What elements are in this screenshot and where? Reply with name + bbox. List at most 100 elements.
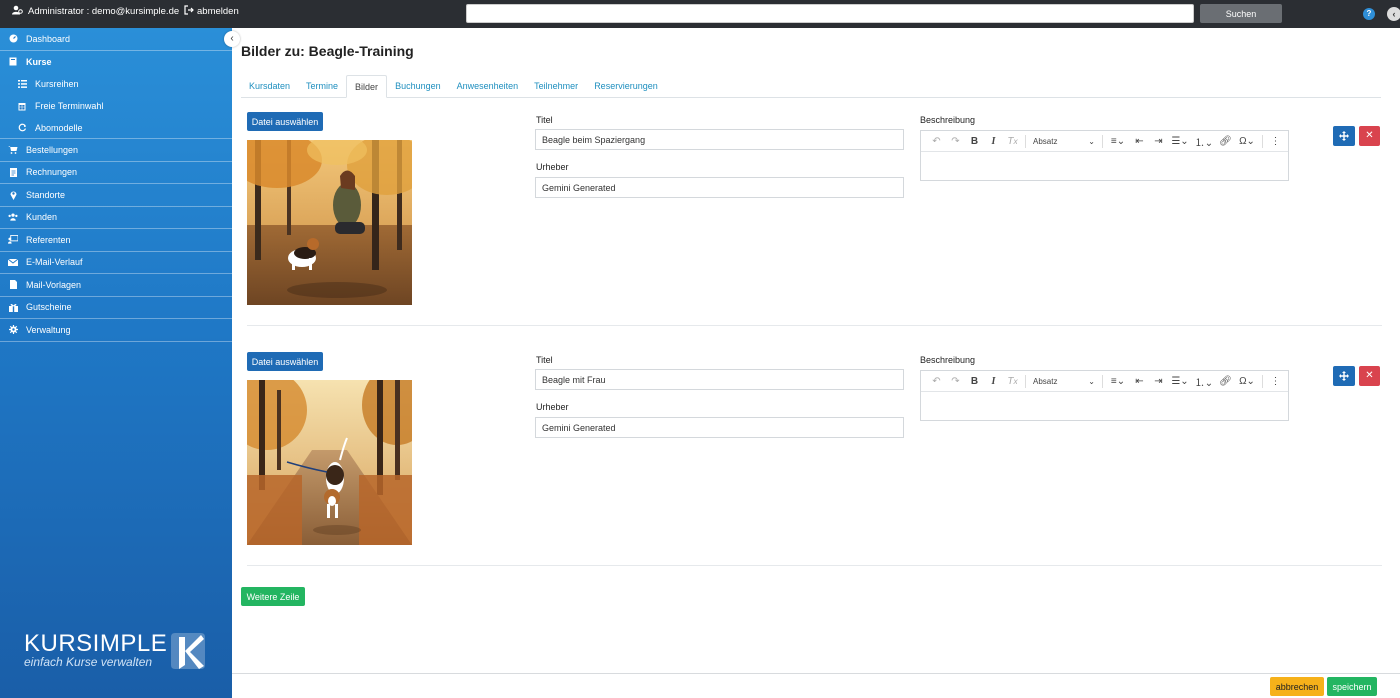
redo-icon[interactable]: ↷	[946, 136, 965, 147]
undo-icon[interactable]: ↶	[927, 136, 946, 147]
bold-icon[interactable]: B	[965, 376, 984, 387]
save-button[interactable]: speichern	[1327, 677, 1377, 696]
search-button[interactable]: Suchen	[1200, 4, 1282, 23]
undo-icon[interactable]: ↶	[927, 376, 946, 387]
format-select[interactable]: Absatz ⌄	[1029, 377, 1099, 386]
sidebar-item-standorte[interactable]: Standorte	[0, 184, 232, 207]
user-label: Administrator : demo@kursimple.de	[28, 6, 180, 17]
sidebar-item-gutscheine[interactable]: Gutscheine	[0, 297, 232, 319]
tab-bilder[interactable]: Bilder	[346, 75, 388, 98]
special-char-icon[interactable]: Ω⌄	[1235, 376, 1259, 387]
rich-text-editor[interactable]: ↶ ↷ B I Tx Absatz ⌄ ≡⌄ ⇤ ⇥ ☰⌄ ⒈⌄ 🔗︎ Ω⌄ ⋮	[920, 130, 1289, 181]
question-circle-icon[interactable]: ?	[1363, 8, 1375, 20]
bullet-list-icon[interactable]: ☰⌄	[1168, 376, 1192, 387]
sidebar-item-kursreihen[interactable]: Kursreihen	[0, 73, 232, 95]
titel-input[interactable]	[535, 369, 904, 390]
sidebar-item-bestellungen[interactable]: Bestellungen	[0, 139, 232, 162]
sidebar-item-rechnungen[interactable]: Rechnungen	[0, 162, 232, 184]
editor-toolbar: ↶ ↷ B I Tx Absatz ⌄ ≡⌄ ⇤ ⇥ ☰⌄ ⒈⌄ 🔗︎ Ω⌄ ⋮	[921, 371, 1288, 392]
map-marker-icon	[8, 190, 18, 200]
tab-teilnehmer[interactable]: Teilnehmer	[526, 75, 586, 98]
cart-icon	[8, 145, 18, 155]
move-row-button[interactable]	[1333, 126, 1355, 146]
toolbar-divider	[1262, 374, 1263, 388]
bold-icon[interactable]: B	[965, 136, 984, 147]
envelope-icon	[8, 257, 18, 267]
bullet-list-icon[interactable]: ☰⌄	[1168, 136, 1192, 147]
sidebar-item-kunden[interactable]: Kunden	[0, 207, 232, 229]
numbered-list-icon[interactable]: ⒈⌄	[1192, 374, 1216, 389]
format-select[interactable]: Absatz ⌄	[1029, 137, 1099, 146]
choose-file-button[interactable]: Datei auswählen	[247, 352, 323, 371]
beschreibung-label: Beschreibung	[920, 115, 976, 125]
tab-anwesenheiten[interactable]: Anwesenheiten	[449, 75, 527, 98]
sidebar-item-dashboard[interactable]: Dashboard	[0, 28, 232, 51]
more-icon[interactable]: ⋮	[1266, 376, 1285, 387]
more-icon[interactable]: ⋮	[1266, 136, 1285, 147]
outdent-icon[interactable]: ⇤	[1130, 376, 1149, 387]
teacher-icon	[8, 235, 18, 245]
outdent-icon[interactable]: ⇤	[1130, 136, 1149, 147]
tab-kursdaten[interactable]: Kursdaten	[241, 75, 298, 98]
sidebar-collapse-button[interactable]: ‹	[224, 31, 240, 47]
sidebar-item-abomodelle[interactable]: Abomodelle	[0, 117, 232, 139]
titel-label: Titel	[536, 355, 553, 365]
tab-reservierungen[interactable]: Reservierungen	[586, 75, 666, 98]
redo-icon[interactable]: ↷	[946, 376, 965, 387]
dashboard-icon	[8, 34, 18, 44]
cancel-button[interactable]: abbrechen	[1270, 677, 1324, 696]
link-icon[interactable]: 🔗︎	[1216, 376, 1235, 387]
arrows-move-icon	[1339, 371, 1349, 381]
italic-icon[interactable]: I	[984, 376, 1003, 387]
delete-row-button[interactable]: ✕	[1359, 366, 1380, 386]
choose-file-button[interactable]: Datei auswählen	[247, 112, 323, 131]
sidebar-item-referenten[interactable]: Referenten	[0, 229, 232, 252]
align-icon[interactable]: ≡⌄	[1106, 136, 1130, 147]
refresh-icon	[17, 123, 27, 133]
logout-link[interactable]: abmelden	[184, 5, 239, 18]
italic-icon[interactable]: I	[984, 136, 1003, 147]
invoice-icon	[8, 167, 18, 177]
move-row-button[interactable]	[1333, 366, 1355, 386]
clear-format-icon[interactable]: Tx	[1003, 376, 1022, 387]
rich-text-editor[interactable]: ↶ ↷ B I Tx Absatz ⌄ ≡⌄ ⇤ ⇥ ☰⌄ ⒈⌄ 🔗︎ Ω⌄ ⋮	[920, 370, 1289, 421]
sidebar-item-e-mail-verlauf[interactable]: E-Mail-Verlauf	[0, 252, 232, 274]
book-icon	[8, 57, 18, 67]
list-icon	[17, 79, 27, 89]
sidebar-item-kurse[interactable]: Kurse	[0, 51, 232, 74]
link-icon[interactable]: 🔗︎	[1216, 136, 1235, 147]
titel-input[interactable]	[535, 129, 904, 150]
sidebar-item-verwaltung[interactable]: Verwaltung	[0, 319, 232, 342]
indent-icon[interactable]: ⇥	[1149, 376, 1168, 387]
urheber-input[interactable]	[535, 177, 904, 198]
urheber-label: Urheber	[536, 162, 569, 172]
logout-icon	[184, 5, 194, 18]
close-icon: ✕	[1365, 130, 1374, 141]
chevron-down-icon: ⌄	[1088, 136, 1095, 146]
toolbar-divider	[1102, 134, 1103, 148]
chevron-left-icon[interactable]: ‹	[1387, 7, 1400, 21]
numbered-list-icon[interactable]: ⒈⌄	[1192, 134, 1216, 149]
delete-row-button[interactable]: ✕	[1359, 126, 1380, 146]
gift-icon	[8, 302, 18, 312]
search-input[interactable]	[466, 4, 1194, 23]
image-row: Datei auswählen	[247, 112, 1387, 312]
sidebar-item-mail-vorlagen[interactable]: Mail-Vorlagen	[0, 274, 232, 297]
row-divider	[247, 325, 1382, 326]
urheber-input[interactable]	[535, 417, 904, 438]
indent-icon[interactable]: ⇥	[1149, 136, 1168, 147]
logo: KURSIMPLE einfach Kurse verwalten	[24, 632, 167, 669]
toolbar-divider	[1025, 134, 1026, 148]
editor-toolbar: ↶ ↷ B I Tx Absatz ⌄ ≡⌄ ⇤ ⇥ ☰⌄ ⒈⌄ 🔗︎ Ω⌄ ⋮	[921, 131, 1288, 152]
logout-label: abmelden	[197, 6, 239, 17]
sidebar-item-freie-terminwahl[interactable]: Freie Terminwahl	[0, 95, 232, 117]
align-icon[interactable]: ≡⌄	[1106, 376, 1130, 387]
special-char-icon[interactable]: Ω⌄	[1235, 136, 1259, 147]
add-row-button[interactable]: Weitere Zeile	[241, 587, 305, 606]
tab-termine[interactable]: Termine	[298, 75, 346, 98]
clear-format-icon[interactable]: Tx	[1003, 136, 1022, 147]
close-icon: ✕	[1365, 370, 1374, 381]
tab-buchungen[interactable]: Buchungen	[387, 75, 449, 98]
image-thumbnail[interactable]	[247, 380, 412, 545]
image-thumbnail[interactable]	[247, 140, 412, 305]
